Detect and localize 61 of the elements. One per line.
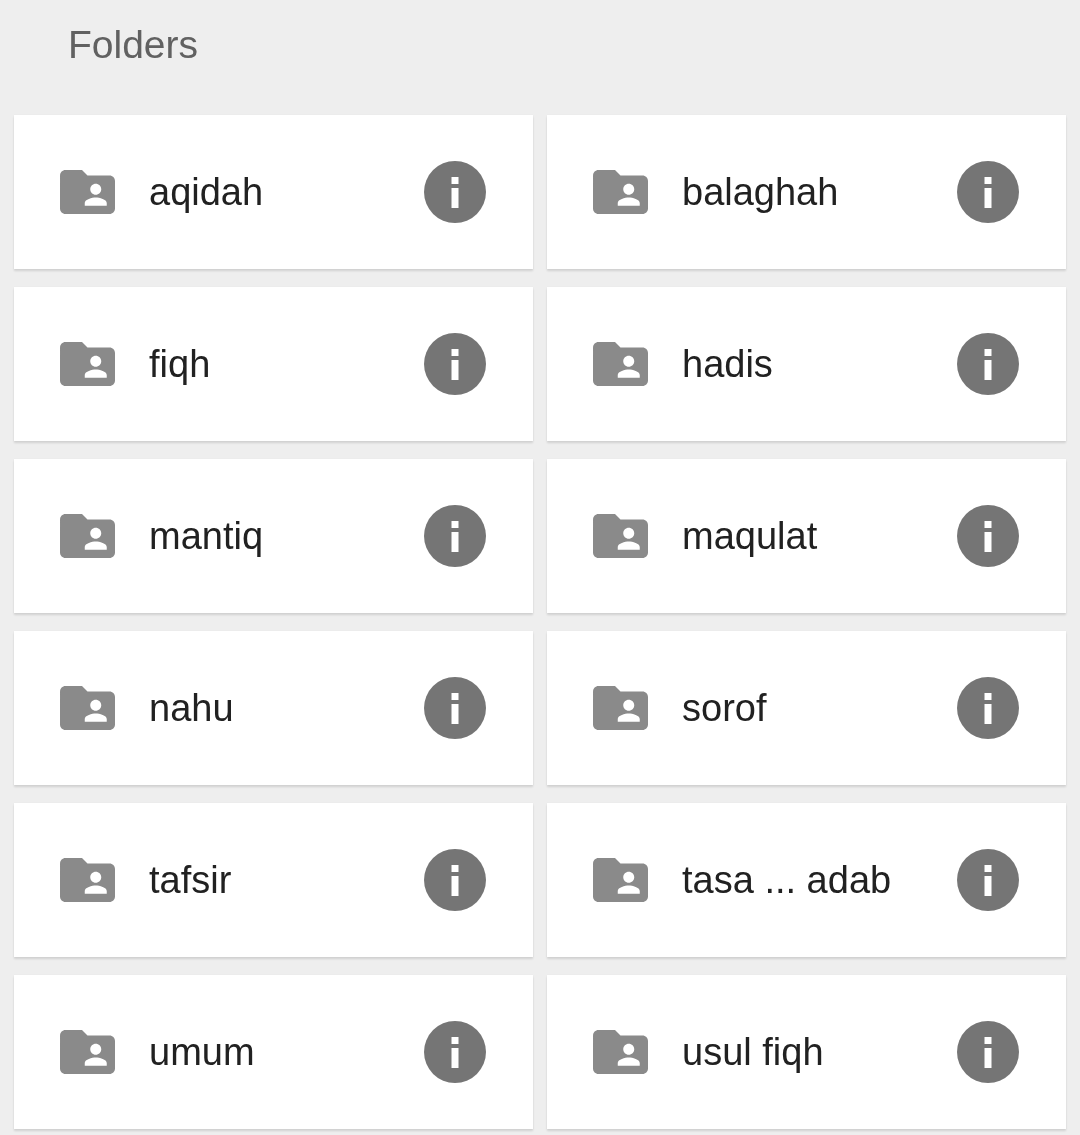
folder-name: aqidah [149, 170, 265, 215]
folder-card[interactable]: fiqh [14, 287, 533, 441]
folder-card[interactable]: balaghah [547, 115, 1066, 269]
folder-person-icon [593, 170, 648, 214]
folder-person-icon [593, 858, 648, 902]
info-icon [957, 161, 1019, 223]
folder-person-icon [593, 514, 648, 558]
info-button[interactable] [957, 1021, 1019, 1083]
folder-card[interactable]: mantiq [14, 459, 533, 613]
info-icon [957, 333, 1019, 395]
info-icon [424, 849, 486, 911]
folder-card[interactable]: maqulat [547, 459, 1066, 613]
folder-name: mantiq [149, 514, 265, 559]
folder-person-icon [60, 1030, 115, 1074]
folder-person-icon [60, 858, 115, 902]
folder-name: tafsir [149, 858, 233, 903]
folder-person-icon [593, 686, 648, 730]
folder-person-icon [593, 1030, 648, 1074]
folder-person-icon [60, 514, 115, 558]
info-icon [424, 1021, 486, 1083]
folder-card[interactable]: sorof [547, 631, 1066, 785]
folder-name: tasa ... adab [682, 858, 893, 903]
folder-person-icon [593, 342, 648, 386]
info-icon [957, 677, 1019, 739]
folder-card[interactable]: tasa ... adab [547, 803, 1066, 957]
info-button[interactable] [957, 333, 1019, 395]
info-button[interactable] [424, 1021, 486, 1083]
folder-person-icon [60, 170, 115, 214]
info-button[interactable] [957, 849, 1019, 911]
info-icon [424, 677, 486, 739]
info-button[interactable] [424, 849, 486, 911]
info-button[interactable] [957, 161, 1019, 223]
folder-name: fiqh [149, 342, 212, 387]
folder-name: umum [149, 1030, 256, 1075]
folder-card[interactable]: tafsir [14, 803, 533, 957]
info-button[interactable] [424, 161, 486, 223]
section-title: Folders [68, 22, 199, 68]
info-button[interactable] [424, 333, 486, 395]
folder-name: hadis [682, 342, 774, 387]
info-icon [424, 161, 486, 223]
info-button[interactable] [957, 677, 1019, 739]
info-button[interactable] [424, 677, 486, 739]
folder-card[interactable]: nahu [14, 631, 533, 785]
folder-card[interactable]: usul fiqh [547, 975, 1066, 1129]
folder-person-icon [60, 342, 115, 386]
folder-person-icon [60, 686, 115, 730]
folder-name: sorof [682, 686, 768, 731]
info-button[interactable] [424, 505, 486, 567]
folder-card[interactable]: aqidah [14, 115, 533, 269]
info-icon [424, 505, 486, 567]
folder-name: maqulat [682, 514, 819, 559]
info-icon [957, 849, 1019, 911]
info-icon [957, 1021, 1019, 1083]
folder-card[interactable]: umum [14, 975, 533, 1129]
folder-name: nahu [149, 686, 235, 731]
info-icon [424, 333, 486, 395]
folder-name: balaghah [682, 170, 840, 215]
folder-name: usul fiqh [682, 1030, 825, 1075]
info-icon [957, 505, 1019, 567]
info-button[interactable] [957, 505, 1019, 567]
folder-card[interactable]: hadis [547, 287, 1066, 441]
